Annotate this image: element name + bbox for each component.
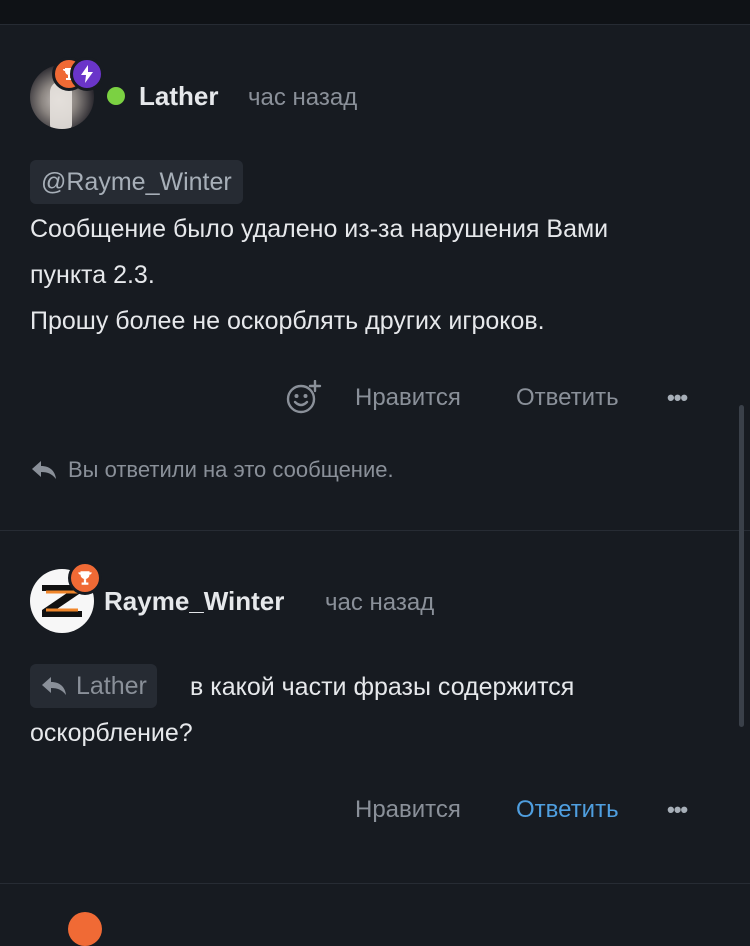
post-time[interactable]: час назад [325, 589, 434, 617]
reaction-add-icon[interactable] [286, 380, 322, 414]
body-line: Прошу более не оскорблять других игроков… [30, 307, 545, 335]
top-bar [0, 0, 750, 25]
online-status-icon [107, 87, 125, 105]
next-post-badge [68, 912, 102, 946]
body-line: Сообщение было удалено из-за нарушения В… [30, 215, 609, 243]
scrollbar[interactable] [739, 405, 744, 727]
reply-arrow-icon [42, 677, 66, 695]
trophy-icon [78, 571, 92, 585]
post-divider [0, 883, 750, 884]
username-lather[interactable]: Lather [139, 81, 218, 112]
like-button[interactable]: Нравится [355, 384, 461, 412]
quoted-reply-chip[interactable]: Lather [30, 664, 157, 708]
reply-button[interactable]: Ответить [516, 384, 619, 412]
like-button[interactable]: Нравится [355, 796, 461, 824]
avatar-lather[interactable] [30, 57, 104, 129]
lightning-icon [81, 65, 93, 83]
post-body-second: оскорбление? [30, 719, 193, 747]
mention-chip[interactable]: @Rayme_Winter [30, 160, 243, 204]
avatar-rayme-winter[interactable] [30, 561, 102, 633]
comment-post-lather: Lather час назад @Rayme_Winter Сообщение… [0, 25, 750, 530]
more-options-button[interactable]: ••• [667, 385, 688, 411]
post-body: Сообщение было удалено из-за нарушения В… [30, 206, 608, 344]
reply-arrow-icon [32, 461, 56, 479]
trophy-badge [68, 561, 102, 595]
replied-notice: Вы ответили на это сообщение. [30, 457, 394, 483]
comment-post-rayme-winter: Rayme_Winter час назад Lather в какой ча… [0, 531, 750, 883]
more-options-button[interactable]: ••• [667, 797, 688, 823]
username-rayme-winter[interactable]: Rayme_Winter [104, 586, 284, 617]
reply-button[interactable]: Ответить [516, 796, 619, 824]
replied-notice-text: Вы ответили на это сообщение. [68, 457, 394, 482]
post-body-first: в какой части фразы содержится [190, 673, 575, 701]
post-time[interactable]: час назад [248, 84, 357, 112]
body-line: пункта 2.3. [30, 261, 155, 289]
quoted-username: Lather [76, 672, 147, 700]
lightning-badge [70, 57, 104, 91]
